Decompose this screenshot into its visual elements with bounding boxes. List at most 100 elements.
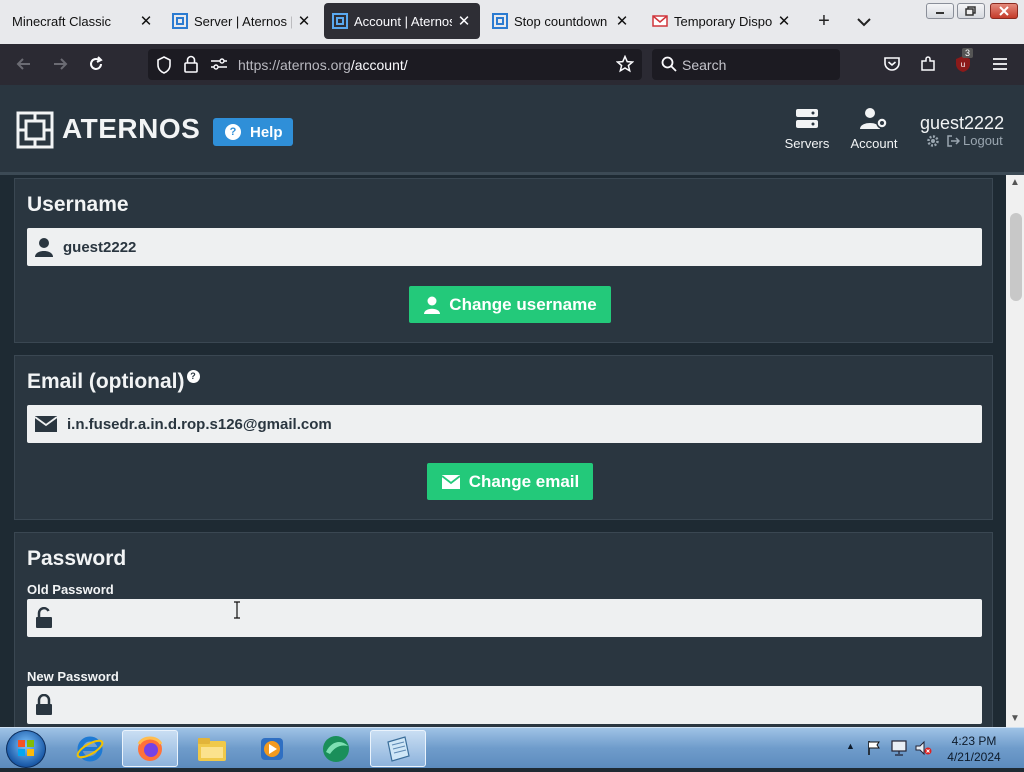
taskbar-clock[interactable]: 4:23 PM 4/21/2024 — [936, 733, 1012, 765]
shield-icon[interactable] — [156, 56, 172, 74]
text-cursor-icon — [234, 601, 240, 619]
lock-icon[interactable] — [184, 55, 198, 73]
email-value: i.n.fusedr.a.in.d.rop.s126@gmail.com — [67, 415, 332, 433]
show-hidden-icons-icon[interactable]: ▲ — [846, 741, 855, 751]
username-card: Username guest2222 Change username — [14, 178, 993, 343]
restore-icon — [965, 6, 976, 16]
aternos-favicon-icon — [492, 13, 508, 29]
puzzle-icon — [921, 56, 935, 71]
user-actions: Logout — [926, 133, 1003, 148]
change-username-button[interactable]: Change username — [409, 286, 611, 323]
logout-icon[interactable] — [946, 134, 960, 148]
permissions-icon[interactable] — [210, 57, 228, 71]
new-password-field[interactable] — [27, 686, 982, 724]
internet-explorer-icon — [76, 736, 104, 761]
close-window-button[interactable] — [990, 3, 1018, 19]
network-icon[interactable] — [890, 740, 908, 756]
windows-taskbar: ▲ 4:23 PM 4/21/2024 — [0, 727, 1024, 768]
pocket-button[interactable] — [881, 53, 903, 75]
username-value: guest2222 — [63, 238, 137, 256]
scroll-up-arrow-icon[interactable]: ▲ — [1010, 178, 1020, 188]
nav-servers[interactable]: Servers — [777, 107, 837, 151]
restore-button[interactable] — [957, 3, 985, 19]
scroll-down-arrow-icon[interactable]: ▼ — [1010, 714, 1020, 724]
password-card: Password Old Password New Password — [14, 532, 993, 727]
nav-servers-label: Servers — [784, 136, 830, 151]
change-email-button[interactable]: Change email — [427, 463, 593, 500]
username-field[interactable]: guest2222 — [27, 228, 982, 266]
minimize-button[interactable] — [926, 3, 954, 19]
tab-server-aternos[interactable]: Server | Aternos | Fr ✕ — [164, 3, 320, 39]
help-button[interactable]: ? Help — [213, 118, 293, 146]
taskbar-file-explorer[interactable] — [184, 730, 240, 767]
tab-close-icon[interactable]: ✕ — [614, 12, 630, 30]
url-text[interactable]: https://aternos.org/account/ — [238, 57, 408, 73]
start-button[interactable] — [6, 730, 46, 768]
servers-icon — [796, 109, 818, 128]
extension-badge: 3 — [962, 48, 974, 58]
reload-button[interactable] — [85, 53, 107, 75]
media-player-icon — [261, 737, 283, 760]
old-password-field[interactable] — [27, 599, 982, 637]
aternos-logo-icon[interactable] — [16, 111, 54, 149]
old-password-label: Old Password — [27, 582, 114, 597]
tab-minecraft-classic[interactable]: Minecraft Classic ✕ — [4, 3, 162, 39]
search-box[interactable]: Search — [652, 49, 840, 80]
aternos-favicon-icon — [172, 13, 188, 29]
taskbar-green-app[interactable] — [308, 730, 364, 767]
taskbar-media-player[interactable] — [244, 730, 300, 767]
user-icon — [33, 236, 55, 258]
scroll-thumb[interactable] — [1010, 213, 1022, 301]
tab-account-aternos[interactable]: Account | Aternos | ✕ — [324, 3, 480, 39]
nav-account[interactable]: Account — [844, 107, 904, 151]
help-hint-icon[interactable]: ? — [186, 370, 200, 383]
minimize-icon — [936, 12, 944, 14]
tab-close-icon[interactable]: ✕ — [138, 12, 154, 30]
username-section-title: Username — [27, 193, 129, 216]
change-email-label: Change email — [468, 471, 580, 491]
taskbar-internet-explorer[interactable] — [62, 730, 118, 767]
app-menu-button[interactable] — [989, 53, 1011, 75]
bookmark-star-icon[interactable] — [616, 55, 634, 73]
email-title-text: Email (optional) — [27, 370, 185, 393]
tab-close-icon[interactable]: ✕ — [296, 12, 312, 30]
tab-label: Account | Aternos | — [354, 13, 452, 29]
pocket-icon — [884, 57, 900, 71]
logout-link[interactable]: Logout — [963, 133, 1003, 148]
email-card: Email (optional)? i.n.fusedr.a.in.d.rop.… — [14, 355, 993, 520]
email-field[interactable]: i.n.fusedr.a.in.d.rop.s126@gmail.com — [27, 405, 982, 443]
taskbar-firefox[interactable] — [122, 730, 178, 767]
page-scrollbar[interactable]: ▲ ▼ — [1006, 175, 1024, 727]
url-host: https://aternos.org — [238, 57, 351, 73]
account-gear-icon — [860, 108, 888, 129]
list-all-tabs-icon[interactable] — [852, 10, 876, 34]
browser-nav-bar: https://aternos.org/account/ Search u 3 — [0, 44, 1024, 85]
tab-close-icon[interactable]: ✕ — [776, 12, 792, 30]
search-placeholder: Search — [682, 57, 727, 73]
action-center-flag-icon[interactable] — [866, 740, 882, 756]
brand-wordmark[interactable]: ATERNOS — [62, 113, 200, 145]
browser-tab-strip: Minecraft Classic ✕ Server | Aternos | F… — [0, 0, 1024, 44]
tab-temporary-disposable[interactable]: Temporary Disposa ✕ — [644, 3, 800, 39]
extensions-button[interactable] — [917, 53, 939, 75]
tab-close-icon[interactable]: ✕ — [456, 12, 472, 30]
taskbar-notepad[interactable] — [370, 730, 426, 767]
tab-label: Stop countdown – A — [514, 13, 610, 29]
header-username: guest2222 — [920, 113, 1005, 133]
aternos-favicon-icon — [332, 13, 348, 29]
new-password-label: New Password — [27, 669, 119, 684]
email-section-title: Email (optional)? — [27, 370, 200, 394]
svg-text:u: u — [961, 60, 965, 69]
question-icon: ? — [225, 124, 241, 140]
site-header: ATERNOS ? Help Servers Account guest2222… — [0, 85, 1024, 175]
back-button[interactable] — [13, 53, 35, 75]
url-bar[interactable]: https://aternos.org/account/ — [148, 49, 642, 80]
tab-stop-countdown[interactable]: Stop countdown – A ✕ — [484, 3, 638, 39]
volume-muted-icon[interactable] — [914, 740, 932, 756]
url-path: /account/ — [350, 57, 408, 73]
new-tab-button[interactable]: + — [812, 10, 836, 34]
settings-gear-icon[interactable] — [926, 134, 940, 148]
clock-date: 4/21/2024 — [947, 750, 1001, 764]
ublock-button[interactable]: u 3 — [952, 48, 974, 75]
forward-button[interactable] — [49, 53, 71, 75]
